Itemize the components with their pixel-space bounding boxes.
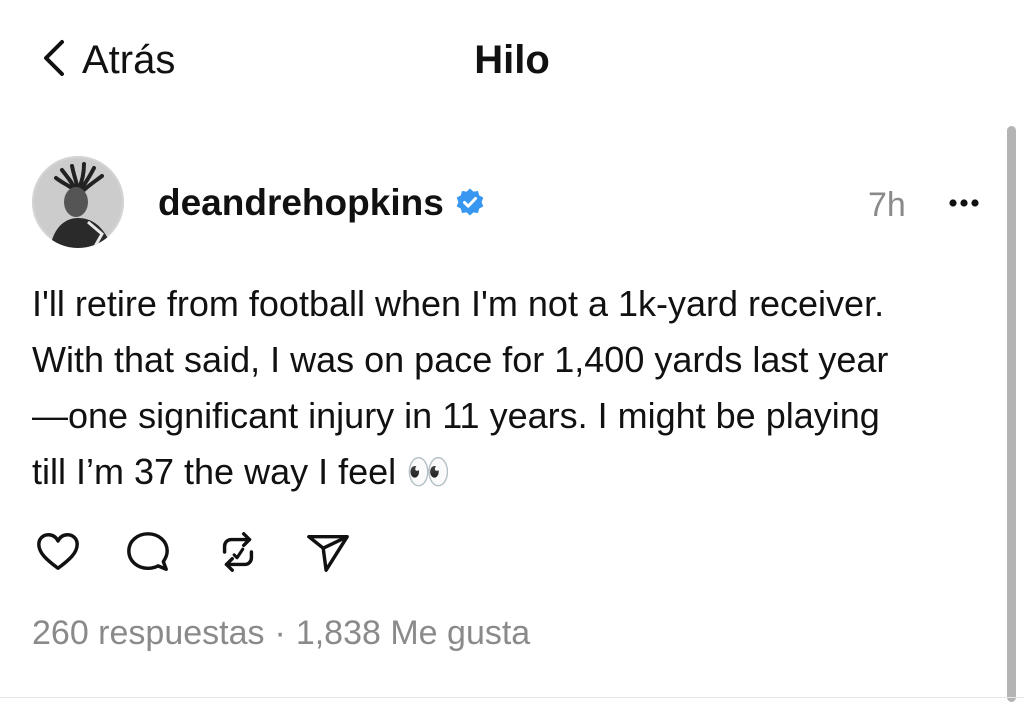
top-bar: Atrás Hilo — [0, 0, 1024, 120]
stats-separator: · — [274, 614, 286, 652]
post-header: deandrehopkins 7h — [32, 156, 992, 252]
post-text: I'll retire from football when I'm not a… — [32, 283, 889, 492]
repost-button[interactable] — [212, 528, 264, 580]
page-title: Hilo — [474, 38, 550, 82]
more-horizontal-icon[interactable] — [944, 182, 984, 222]
username[interactable]: deandrehopkins — [158, 182, 444, 224]
post-stats: 260 respuestas · 1,838 Me gusta — [32, 614, 530, 653]
like-button[interactable] — [32, 528, 84, 580]
likes-count[interactable]: 1,838 Me gusta — [296, 614, 530, 653]
scrollbar[interactable] — [1007, 126, 1016, 702]
reply-button[interactable] — [122, 528, 174, 580]
heart-icon — [35, 529, 81, 580]
repost-icon — [215, 529, 261, 580]
divider — [0, 697, 1024, 698]
avatar[interactable] — [32, 156, 124, 248]
comment-icon — [125, 529, 171, 580]
share-button[interactable] — [302, 528, 354, 580]
verified-badge-icon — [454, 187, 486, 219]
post-actions — [32, 528, 392, 580]
post-time: 7h — [868, 186, 906, 224]
send-icon — [305, 529, 351, 580]
username-row: deandrehopkins — [158, 182, 486, 224]
replies-count[interactable]: 260 respuestas — [32, 614, 265, 653]
